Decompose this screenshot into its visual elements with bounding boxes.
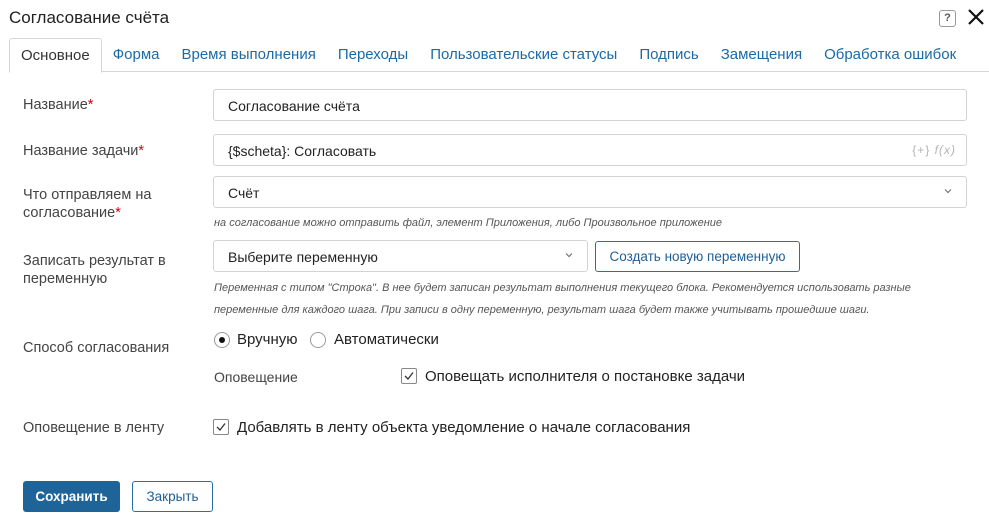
tab-main[interactable]: Основное (9, 38, 102, 73)
task-name-trailing-icons: {+} f(x) (912, 143, 956, 157)
tab-custom-statuses[interactable]: Пользовательские статусы (419, 38, 628, 72)
close-button[interactable]: Закрыть (132, 481, 213, 512)
result-var-hint: Переменная с типом "Строка". В нее будет… (214, 277, 911, 321)
task-name-label: Название задачи* (23, 142, 144, 160)
radio-automatic[interactable] (310, 332, 326, 348)
feed-notification-checkbox[interactable] (213, 419, 229, 435)
create-variable-button[interactable]: Создать новую переменную (595, 241, 800, 272)
tab-substitutions[interactable]: Замещения (710, 38, 813, 72)
dialog-title: Согласование счёта (9, 8, 170, 27)
tab-signature[interactable]: Подпись (628, 38, 709, 72)
task-name-label-text: Название задачи (23, 143, 139, 159)
send-select-value: Счёт (228, 185, 260, 201)
save-button[interactable]: Сохранить (23, 481, 120, 512)
send-label-line1: Что отправляем на (23, 187, 152, 203)
result-var-hint-line1: Переменная с типом "Строка". В нее будет… (214, 282, 911, 294)
notify-executor-checkbox[interactable] (401, 368, 417, 384)
result-var-label-line1: Записать результат в (23, 253, 166, 269)
tab-execution-time[interactable]: Время выполнения (170, 38, 326, 72)
checkmark-icon (216, 423, 226, 431)
checkmark-icon (404, 372, 414, 380)
notify-executor-label[interactable]: Оповещать исполнителя о постановке задач… (425, 368, 745, 385)
name-label: Название* (23, 96, 93, 114)
radio-manual[interactable] (214, 332, 230, 348)
approval-method-label: Способ согласования (23, 340, 170, 356)
task-name-input-value: {$scheta}: Согласовать (228, 143, 377, 159)
required-mark: * (115, 205, 121, 221)
help-icon[interactable]: ? (939, 10, 956, 27)
tab-form[interactable]: Форма (102, 38, 171, 72)
name-input[interactable]: Согласование счёта (213, 89, 967, 121)
formula-icon[interactable]: f(x) (935, 143, 956, 157)
tab-error-handling[interactable]: Обработка ошибок (813, 38, 967, 72)
feed-notification-checkbox-label[interactable]: Добавлять в ленту объекта уведомление о … (237, 419, 690, 436)
insert-variable-icon[interactable]: {+} (912, 143, 930, 157)
result-var-label: Записать результат в переменную (23, 252, 166, 288)
result-var-select[interactable]: Выберите переменную (213, 240, 588, 272)
result-var-hint-line2: переменные для каждого шага. При записи … (214, 304, 870, 316)
result-var-placeholder: Выберите переменную (228, 249, 378, 265)
name-input-value: Согласование счёта (228, 98, 360, 114)
tab-bar: Основное Форма Время выполнения Переходы… (9, 38, 989, 73)
required-mark: * (87, 97, 94, 113)
result-var-label-line2: переменную (23, 271, 108, 287)
tab-transitions[interactable]: Переходы (327, 38, 419, 72)
required-mark: * (138, 143, 145, 159)
send-hint: на согласование можно отправить файл, эл… (214, 217, 723, 229)
task-name-input[interactable]: {$scheta}: Согласовать {+} f(x) (213, 134, 967, 166)
radio-manual-label[interactable]: Вручную (237, 331, 298, 348)
notification-label: Оповещение (214, 369, 298, 385)
send-label: Что отправляем на согласование* (23, 186, 151, 222)
name-label-text: Название (23, 97, 88, 113)
feed-notification-label: Оповещение в ленту (23, 420, 165, 436)
radio-automatic-label[interactable]: Автоматически (334, 331, 439, 348)
send-label-line2: согласование (23, 205, 116, 221)
chevron-down-icon (565, 253, 573, 258)
close-icon[interactable] (964, 5, 988, 29)
send-select[interactable]: Счёт (213, 176, 967, 208)
chevron-down-icon (944, 189, 952, 194)
